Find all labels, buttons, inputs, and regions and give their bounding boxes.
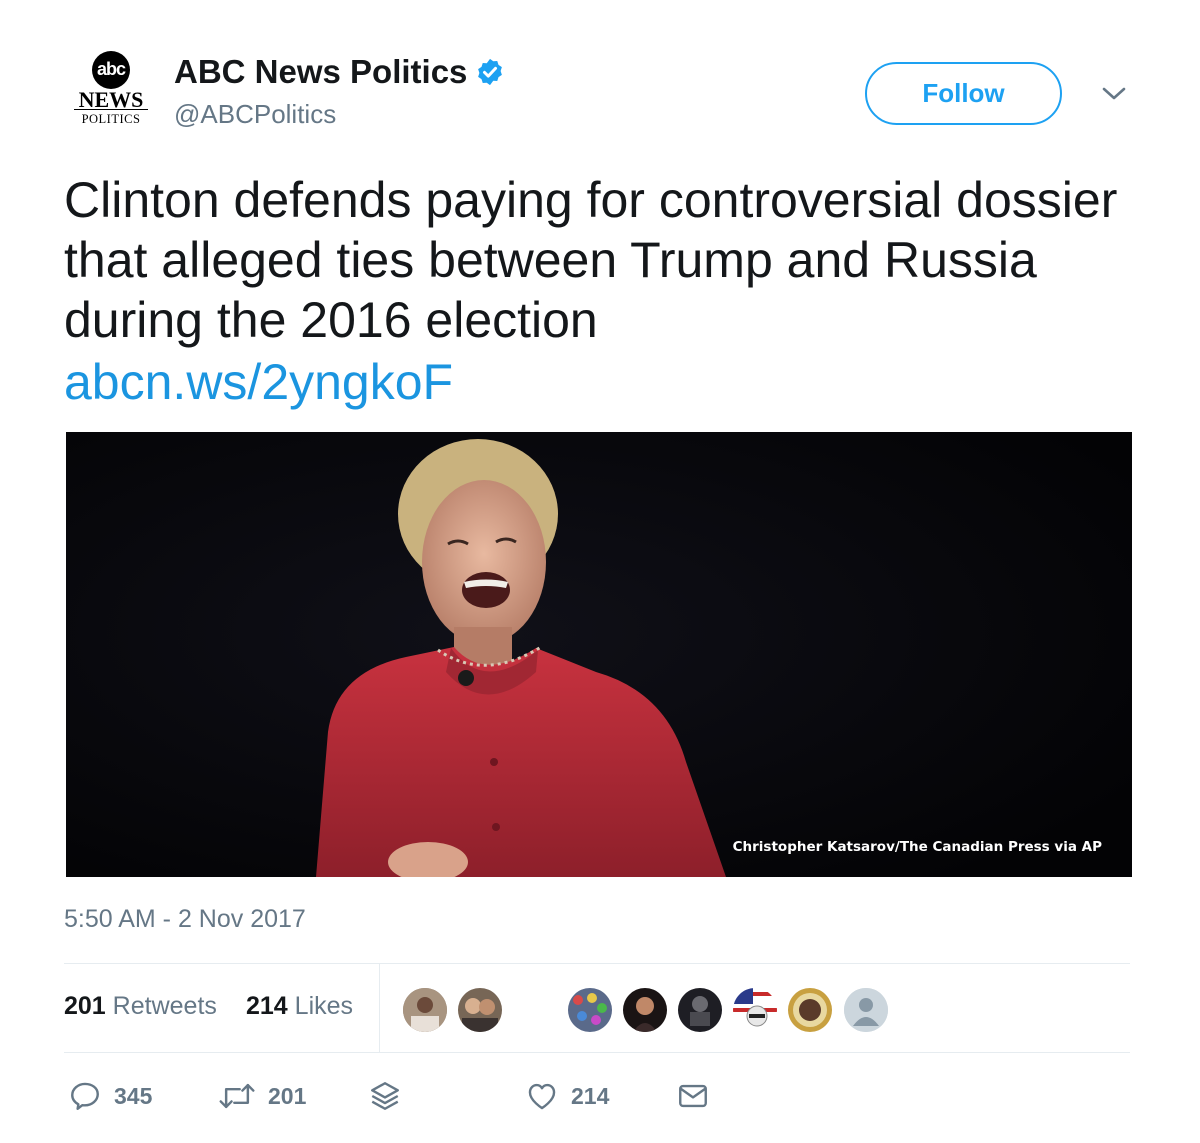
retweet-button[interactable]: 201 (218, 1078, 306, 1114)
avatar[interactable] (788, 988, 832, 1032)
tweet-timestamp[interactable]: 5:50 AM - 2 Nov 2017 (64, 905, 306, 934)
verified-icon (478, 58, 503, 86)
retweets-stat[interactable]: 201 Retweets (64, 992, 217, 1021)
account-display-name[interactable]: ABC News Politics (174, 53, 467, 91)
stack-icon (371, 1082, 399, 1110)
reply-icon (71, 1082, 99, 1110)
follow-button[interactable]: Follow (865, 62, 1062, 125)
like-button[interactable]: 214 (525, 1078, 609, 1114)
likes-stat[interactable]: 214 Likes (246, 992, 353, 1021)
avatar[interactable] (623, 988, 667, 1032)
stats-divider-bottom (64, 1052, 1130, 1053)
photo-illustration (66, 432, 1132, 877)
retweets-label: Retweets (112, 992, 217, 1020)
account-logo[interactable]: abc NEWS POLITICS (74, 47, 148, 127)
like-count: 214 (571, 1082, 610, 1109)
envelope-icon (679, 1084, 707, 1108)
avatar[interactable] (568, 988, 612, 1032)
direct-message-button[interactable] (676, 1078, 710, 1114)
logo-politics-text: POLITICS (74, 109, 148, 127)
retweet-icon (219, 1083, 255, 1109)
heart-icon (528, 1083, 556, 1110)
avatar[interactable] (678, 988, 722, 1032)
name-row: ABC News Politics (174, 52, 505, 92)
tweet-text: Clinton defends paying for controversial… (64, 172, 1118, 348)
likes-count: 214 (246, 992, 288, 1020)
logo-abc-text: abc (96, 59, 126, 79)
retweet-count: 201 (268, 1082, 307, 1109)
default-avatar-icon[interactable] (844, 988, 888, 1032)
stats-row: 201 Retweets 214 Likes (64, 964, 1130, 1052)
avatar[interactable] (733, 988, 777, 1032)
chevron-down-icon[interactable] (1100, 84, 1128, 104)
stack-button[interactable] (368, 1078, 402, 1114)
avatar[interactable] (403, 988, 447, 1032)
likes-label: Likes (294, 992, 354, 1020)
account-handle[interactable]: @ABCPolitics (174, 99, 336, 130)
tweet-photo[interactable]: Christopher Katsarov/The Canadian Press … (66, 432, 1132, 877)
retweets-count: 201 (64, 992, 106, 1020)
reply-count: 345 (114, 1082, 153, 1109)
avatar[interactable] (458, 988, 502, 1032)
tweet-link[interactable]: abcn.ws/2yngkoF (64, 352, 453, 412)
reply-button[interactable]: 345 (68, 1078, 152, 1114)
photo-credit: Christopher Katsarov/The Canadian Press … (732, 839, 1102, 855)
stats-separator (379, 964, 380, 1052)
